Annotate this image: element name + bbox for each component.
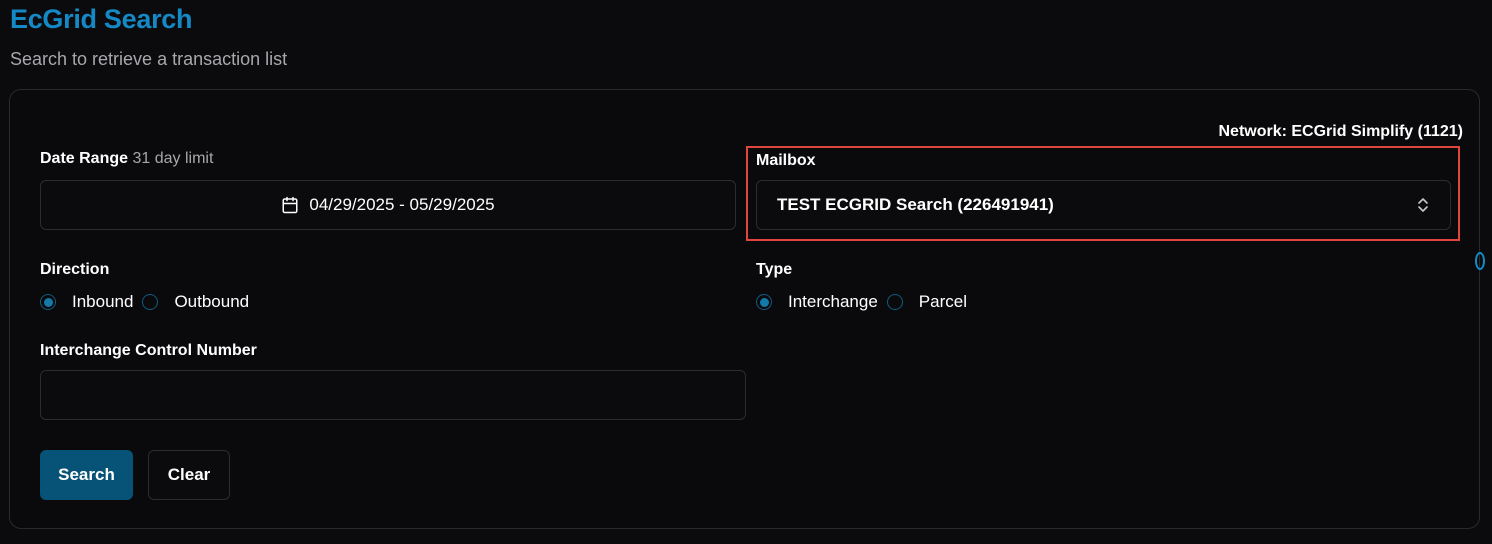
icn-input[interactable] — [40, 370, 746, 420]
calendar-icon — [282, 196, 298, 214]
direction-option-outbound[interactable]: Outbound — [142, 292, 249, 312]
radio-checked-icon — [756, 294, 772, 310]
date-range-hint: 31 day limit — [132, 150, 214, 167]
chevron-up-down-icon — [1418, 198, 1428, 212]
type-option-interchange[interactable]: Interchange — [756, 292, 878, 312]
date-range-label-text: Date Range — [40, 150, 129, 167]
radio-checked-icon — [40, 294, 56, 310]
search-page: EcGrid Search Search to retrieve a trans… — [0, 0, 1492, 544]
date-range-label: Date Range 31 day limit — [40, 150, 213, 168]
direction-label: Direction — [40, 261, 110, 278]
date-range-picker[interactable]: 04/29/2025 - 05/29/2025 — [40, 180, 736, 230]
search-button[interactable]: Search — [40, 450, 133, 500]
edge-indicator-icon — [1475, 252, 1485, 270]
network-label: Network: ECGrid Simplify (1121) — [1218, 123, 1463, 140]
type-option-label: Interchange — [788, 292, 878, 311]
page-title: EcGrid Search — [10, 4, 193, 34]
type-label: Type — [756, 261, 793, 278]
radio-unchecked-icon — [886, 294, 903, 310]
clear-button[interactable]: Clear — [148, 450, 230, 500]
type-radio-group: Interchange Parcel — [756, 292, 976, 312]
direction-option-label: Outbound — [174, 292, 250, 311]
page-subtitle: Search to retrieve a transaction list — [10, 49, 288, 69]
mailbox-label: Mailbox — [756, 152, 816, 169]
direction-option-inbound[interactable]: Inbound — [40, 292, 133, 312]
mailbox-selected-value: TEST ECGRID Search (226491941) — [777, 195, 1054, 214]
radio-unchecked-icon — [142, 294, 159, 310]
direction-radio-group: Inbound Outbound — [40, 292, 258, 312]
date-range-value: 04/29/2025 - 05/29/2025 — [309, 195, 495, 214]
icn-label: Interchange Control Number — [40, 342, 257, 359]
type-option-parcel[interactable]: Parcel — [886, 292, 967, 312]
mailbox-select[interactable]: TEST ECGRID Search (226491941) — [756, 180, 1451, 230]
type-option-label: Parcel — [918, 292, 967, 311]
direction-option-label: Inbound — [72, 292, 134, 311]
